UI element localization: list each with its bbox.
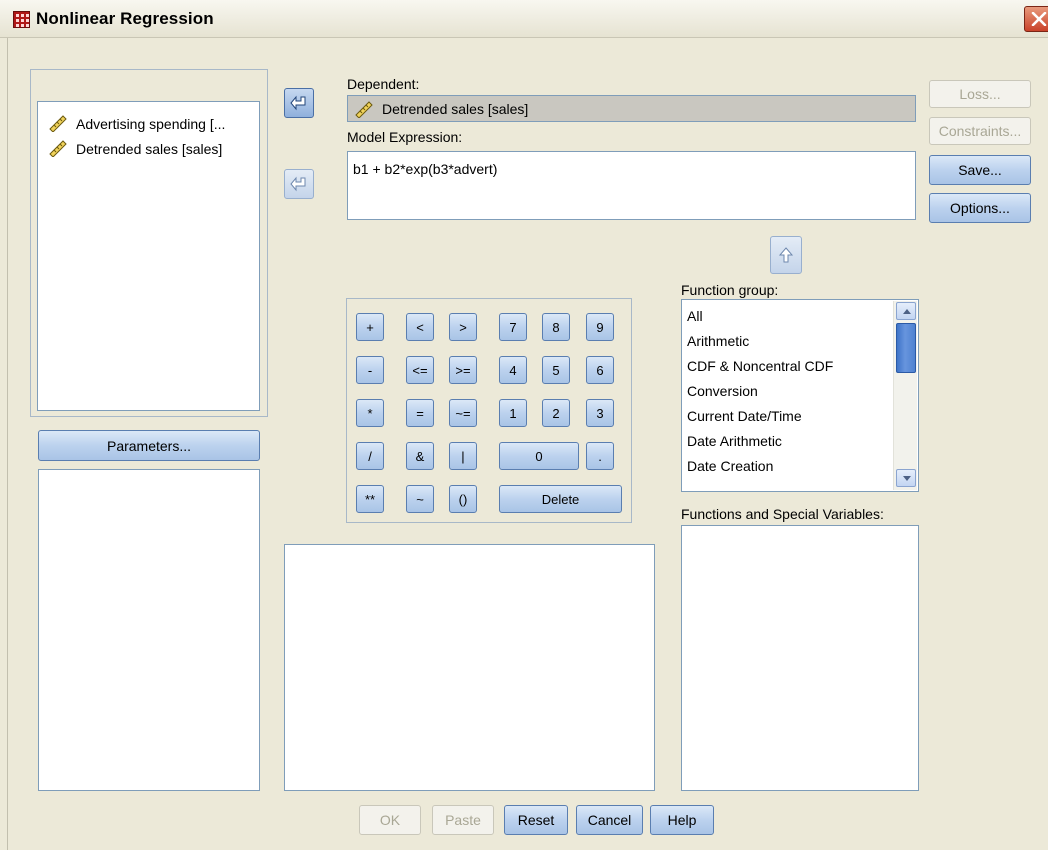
calc-key[interactable]: &	[406, 442, 434, 470]
loss-button[interactable]: Loss...	[929, 80, 1031, 108]
parameters-list[interactable]	[38, 469, 260, 791]
function-group-item[interactable]: Date Arithmetic	[687, 433, 782, 449]
model-expression-input[interactable]: b1 + b2*exp(b3*advert)	[347, 151, 916, 220]
calc-key[interactable]: +	[356, 313, 384, 341]
function-group-item[interactable]: All	[687, 308, 703, 324]
variable-detrended-sales[interactable]: Detrended sales [sales]	[48, 139, 222, 159]
dependent-field[interactable]: Detrended sales [sales]	[347, 95, 916, 122]
calc-key[interactable]: *	[356, 399, 384, 427]
ok-button[interactable]: OK	[359, 805, 421, 835]
title-bar: Nonlinear Regression	[0, 0, 1048, 38]
function-description-box	[284, 544, 655, 791]
function-group-label: Function group:	[681, 282, 779, 298]
calc-key[interactable]: ~=	[449, 399, 477, 427]
calc-key[interactable]: ~	[406, 485, 434, 513]
function-group-scrollbar[interactable]	[893, 301, 917, 490]
calc-key[interactable]: 7	[499, 313, 527, 341]
function-group-item[interactable]: Current Date/Time	[687, 408, 802, 424]
function-group-item[interactable]: CDF & Noncentral CDF	[687, 358, 833, 374]
scale-ruler-icon	[354, 100, 374, 118]
calc-key[interactable]: <=	[406, 356, 434, 384]
arrow-left-icon	[290, 95, 306, 111]
close-icon[interactable]	[1024, 6, 1048, 32]
variable-advertising-spending[interactable]: Advertising spending [...	[48, 114, 225, 134]
cancel-button[interactable]: Cancel	[576, 805, 643, 835]
parameters-button-label: Parameters...	[106, 437, 192, 454]
spss-app-icon	[13, 11, 30, 28]
calc-key[interactable]: <	[406, 313, 434, 341]
scroll-thumb[interactable]	[896, 323, 916, 373]
variable-label: Detrended sales [sales]	[76, 141, 223, 157]
move-to-dependent-button[interactable]	[284, 88, 314, 118]
functions-label: Functions and Special Variables:	[681, 506, 884, 522]
calc-key[interactable]: 9	[586, 313, 614, 341]
scroll-up-button[interactable]	[896, 302, 916, 320]
help-button[interactable]: Help	[650, 805, 714, 835]
model-expression-label: Model Expression:	[347, 129, 463, 145]
variable-label: Advertising spending [...	[76, 116, 226, 132]
calc-key[interactable]: 1	[499, 399, 527, 427]
calc-delete-button[interactable]: Delete	[499, 485, 622, 513]
dependent-label: Dependent:	[347, 76, 420, 92]
calc-key[interactable]: 2	[542, 399, 570, 427]
calc-key[interactable]: 4	[499, 356, 527, 384]
calc-key[interactable]: 0	[499, 442, 579, 470]
calc-key[interactable]: |	[449, 442, 477, 470]
calc-key[interactable]: >=	[449, 356, 477, 384]
calc-key[interactable]: 8	[542, 313, 570, 341]
calc-key[interactable]: 3	[586, 399, 614, 427]
function-group-list[interactable]: All Arithmetic CDF & Noncentral CDF Conv…	[681, 299, 919, 492]
arrow-left-icon	[290, 176, 306, 192]
scale-ruler-icon	[48, 114, 68, 135]
constraints-button[interactable]: Constraints...	[929, 117, 1031, 145]
calc-key[interactable]: /	[356, 442, 384, 470]
function-group-item[interactable]: Conversion	[687, 383, 758, 399]
scroll-down-button[interactable]	[896, 469, 916, 487]
reset-button[interactable]: Reset	[504, 805, 568, 835]
chevron-up-icon	[903, 309, 911, 314]
calc-key[interactable]: 6	[586, 356, 614, 384]
function-group-item[interactable]: Date Creation	[687, 458, 773, 474]
chevron-down-icon	[903, 476, 911, 481]
calc-key[interactable]: .	[586, 442, 614, 470]
arrow-up-icon	[778, 247, 794, 263]
functions-list[interactable]	[681, 525, 919, 791]
scale-ruler-icon	[48, 139, 68, 160]
save-button[interactable]: Save...	[929, 155, 1031, 185]
calc-key[interactable]: ()	[449, 485, 477, 513]
calc-key[interactable]: **	[356, 485, 384, 513]
calc-key[interactable]: 5	[542, 356, 570, 384]
paste-button[interactable]: Paste	[432, 805, 494, 835]
parameters-button[interactable]: Parameters...	[38, 430, 260, 461]
dependent-value: Detrended sales [sales]	[382, 100, 529, 117]
function-group-item[interactable]: Arithmetic	[687, 333, 749, 349]
move-to-model-button[interactable]	[284, 169, 314, 199]
options-button[interactable]: Options...	[929, 193, 1031, 223]
window-title: Nonlinear Regression	[36, 9, 214, 28]
insert-function-button[interactable]	[770, 236, 802, 274]
calc-key[interactable]: >	[449, 313, 477, 341]
window-frame	[0, 38, 8, 850]
calc-key[interactable]: =	[406, 399, 434, 427]
calc-key[interactable]: -	[356, 356, 384, 384]
